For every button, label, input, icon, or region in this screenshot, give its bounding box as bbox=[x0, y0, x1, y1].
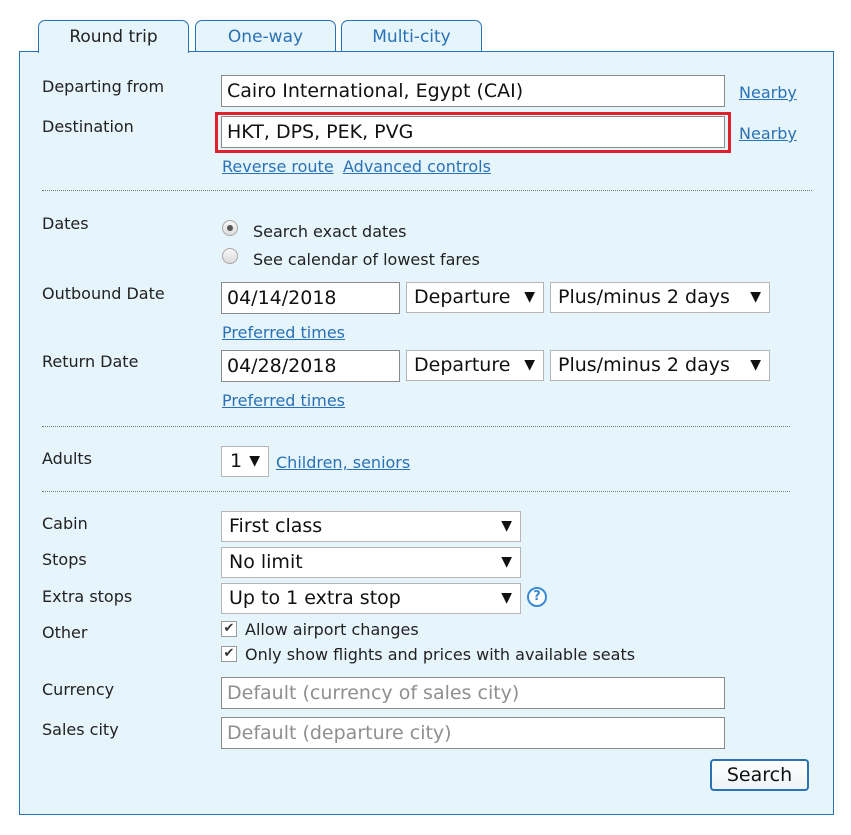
calendar-fares-radio[interactable] bbox=[222, 248, 238, 264]
cabin-label: Cabin bbox=[42, 514, 88, 533]
cabin-select[interactable]: First class ▼ bbox=[221, 511, 521, 542]
chevron-down-icon: ▼ bbox=[524, 289, 535, 305]
adults-select[interactable]: 1 ▼ bbox=[221, 446, 269, 477]
chevron-down-icon: ▼ bbox=[501, 518, 512, 534]
dates-label: Dates bbox=[42, 214, 89, 233]
return-time-select[interactable]: Departure ▼ bbox=[406, 350, 544, 381]
exact-dates-radio[interactable] bbox=[222, 220, 238, 236]
adults-label: Adults bbox=[42, 449, 93, 468]
calendar-fares-label: See calendar of lowest fares bbox=[253, 250, 480, 269]
return-preferred-times-link[interactable]: Preferred times bbox=[222, 391, 345, 410]
cabin-value: First class bbox=[229, 515, 323, 537]
tab-one-way[interactable]: One-way bbox=[195, 20, 336, 51]
currency-input[interactable]: Default (currency of sales city) bbox=[221, 677, 725, 709]
allow-airport-changes-checkbox[interactable]: ✔ bbox=[221, 621, 237, 637]
divider bbox=[42, 426, 790, 427]
outbound-flex-select[interactable]: Plus/minus 2 days ▼ bbox=[550, 282, 770, 313]
destination-label: Destination bbox=[42, 117, 134, 136]
exact-dates-label: Search exact dates bbox=[253, 222, 407, 241]
return-flex-select[interactable]: Plus/minus 2 days ▼ bbox=[550, 350, 770, 381]
destination-input[interactable]: HKT, DPS, PEK, PVG bbox=[221, 116, 725, 148]
allow-airport-changes-label: Allow airport changes bbox=[245, 620, 419, 639]
return-date-label: Return Date bbox=[42, 352, 139, 371]
tab-multi-city[interactable]: Multi-city bbox=[341, 20, 482, 51]
return-date-input[interactable]: 04/28/2018 bbox=[221, 350, 400, 382]
destination-nearby-link[interactable]: Nearby bbox=[739, 124, 797, 143]
advanced-controls-link[interactable]: Advanced controls bbox=[343, 157, 491, 176]
chevron-down-icon: ▼ bbox=[524, 357, 535, 373]
return-time-value: Departure bbox=[414, 354, 511, 376]
chevron-down-icon: ▼ bbox=[750, 289, 761, 305]
extra-stops-value: Up to 1 extra stop bbox=[229, 587, 401, 609]
outbound-flex-value: Plus/minus 2 days bbox=[558, 286, 730, 308]
divider bbox=[42, 491, 790, 492]
departing-from-input[interactable]: Cairo International, Egypt (CAI) bbox=[221, 75, 725, 107]
currency-label: Currency bbox=[42, 680, 115, 699]
return-flex-value: Plus/minus 2 days bbox=[558, 354, 730, 376]
outbound-time-select[interactable]: Departure ▼ bbox=[406, 282, 544, 313]
chevron-down-icon: ▼ bbox=[249, 453, 260, 469]
chevron-down-icon: ▼ bbox=[501, 590, 512, 606]
other-label: Other bbox=[42, 623, 88, 642]
only-available-label: Only show flights and prices with availa… bbox=[245, 645, 636, 664]
tab-round-trip[interactable]: Round trip bbox=[38, 20, 189, 53]
children-seniors-link[interactable]: Children, seniors bbox=[276, 453, 410, 472]
search-button[interactable]: Search bbox=[710, 759, 809, 791]
adults-value: 1 bbox=[230, 450, 243, 472]
stops-select[interactable]: No limit ▼ bbox=[221, 547, 521, 578]
chevron-down-icon: ▼ bbox=[750, 357, 761, 373]
outbound-date-input[interactable]: 04/14/2018 bbox=[221, 282, 400, 314]
chevron-down-icon: ▼ bbox=[501, 554, 512, 570]
sales-city-label: Sales city bbox=[42, 720, 119, 739]
only-available-checkbox[interactable]: ✔ bbox=[221, 646, 237, 662]
divider bbox=[42, 190, 812, 191]
outbound-date-label: Outbound Date bbox=[42, 284, 165, 303]
stops-value: No limit bbox=[229, 551, 303, 573]
sales-city-input[interactable]: Default (departure city) bbox=[221, 717, 725, 749]
outbound-preferred-times-link[interactable]: Preferred times bbox=[222, 323, 345, 342]
outbound-time-value: Departure bbox=[414, 286, 511, 308]
stops-label: Stops bbox=[42, 550, 87, 569]
reverse-route-link[interactable]: Reverse route bbox=[222, 157, 334, 176]
departing-from-label: Departing from bbox=[42, 77, 165, 96]
departing-nearby-link[interactable]: Nearby bbox=[739, 83, 797, 102]
help-icon[interactable]: ? bbox=[527, 587, 547, 607]
extra-stops-label: Extra stops bbox=[42, 587, 133, 606]
extra-stops-select[interactable]: Up to 1 extra stop ▼ bbox=[221, 583, 521, 614]
